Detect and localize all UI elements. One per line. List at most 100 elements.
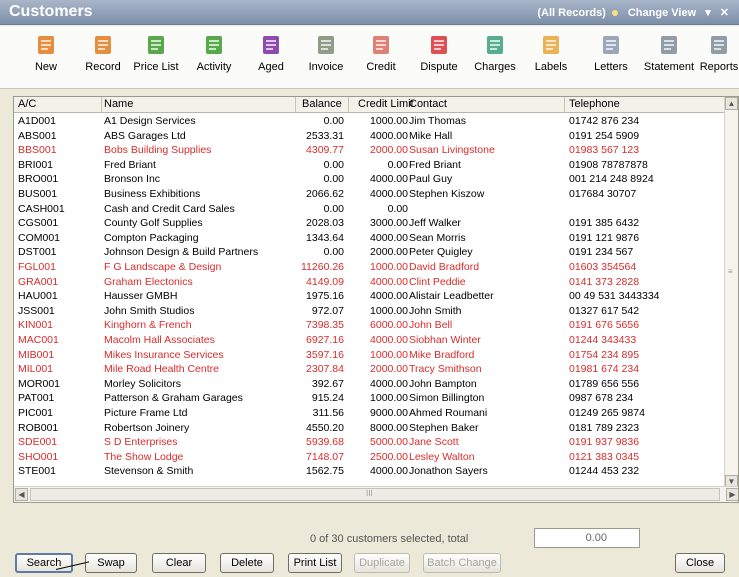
table-row[interactable]: DST001 Johnson Design & Build Partners 0.0… [14,245,724,259]
change-view-menu[interactable]: Change View [628,7,696,19]
cell-telephone: 0181 789 2323 [569,421,640,434]
horizontal-scroll-thumb[interactable]: III [30,488,720,501]
cell-contact: Jonathon Sayers [409,465,488,478]
table-row[interactable]: FGL001 F G Landscape & Design 11260.26 1000… [14,260,724,274]
cell-balance: 4149.09 [306,275,344,288]
table-row[interactable]: HAU001 Hausser GMBH 1975.16 4000.00 Alistair… [14,289,724,303]
clear-button[interactable]: Clear [152,553,206,573]
table-row[interactable]: MOR001 Morley Solicitors 392.67 4000.00 John… [14,377,724,391]
toolbar-button-labels[interactable]: Labels [523,34,579,73]
toolbar-button-record[interactable]: Record [75,34,131,73]
cell-credit-limit: 4000.00 [370,173,408,186]
close-button[interactable]: Close [675,553,725,573]
table-row[interactable]: GRA001 Graham Electonics 4149.09 4000.00 Cli… [14,275,724,289]
new-customer-icon [35,34,57,56]
toolbar-button-label: Price List [133,61,179,73]
table-row[interactable]: PIC001 Picture Frame Ltd 311.56 9000.00 Ahme… [14,406,724,420]
table-row[interactable]: KIN001 Kinghorn & French 7398.35 6000.00 Joh… [14,318,724,332]
toolbar-button-charges[interactable]: Charges [467,34,523,73]
search-button[interactable]: Search [15,553,73,573]
column-divider[interactable] [101,97,102,113]
table-row[interactable]: CGS001 County Golf Supplies 2028.03 3000.00… [14,216,724,230]
cell-account-code: MIL001 [18,363,54,376]
horizontal-scrollbar[interactable]: ◀ III ▶ [14,486,738,502]
toolbar-button-new[interactable]: New [18,34,74,73]
table-row[interactable]: CASH001 Cash and Credit Card Sales 0.00 0.0… [14,202,724,216]
cell-name: Picture Frame Ltd [104,407,188,419]
table-row[interactable]: COM001 Compton Packaging 1343.64 4000.00 Sea… [14,231,724,245]
cell-account-code: BRI001 [18,158,54,171]
toolbar-button-price-list[interactable]: Price List [128,34,184,73]
print-list-button[interactable]: Print List [288,553,342,573]
toolbar-button-label: Record [85,61,121,73]
cell-contact: Siobhan Winter [409,334,481,346]
table-row[interactable]: BUS001 Business Exhibitions 2066.62 4000.00… [14,187,724,201]
duplicate-button[interactable]: Duplicate [354,553,410,573]
labels-icon [540,34,562,56]
column-header-name[interactable]: Name [104,98,133,110]
cell-name: Hausser GMBH [104,290,178,303]
close-icon[interactable]: ✕ [720,7,729,19]
scroll-right-button[interactable]: ▶ [726,488,738,501]
table-row[interactable]: SHO001 The Show Lodge 7148.07 2500.00 Lesley… [14,450,724,464]
table-row[interactable]: PAT001 Patterson & Graham Garages 915.24 10… [14,391,724,405]
column-header-credit-limit[interactable]: Credit Limit [358,98,414,110]
table-row[interactable]: BBS001 Bobs Building Supplies 4309.77 2000.… [14,143,724,157]
record-filter-label[interactable]: (All Records) [537,7,605,19]
toolbar-button-statement[interactable]: Statement [641,34,697,73]
cell-account-code: MAC001 [18,334,59,346]
credit-icon [370,34,392,56]
cell-name: Mile Road Health Centre [104,363,219,376]
cell-name: Johnson Design & Build Partners [104,246,259,259]
toolbar-button-label: Labels [534,61,568,73]
table-row[interactable]: A1D001 A1 Design Services 0.00 1000.00 Jim T… [14,114,724,128]
scroll-grip-icon[interactable]: ≡ [728,267,733,276]
toolbar-button-activity[interactable]: Activity [186,34,242,73]
toolbar-button-reports[interactable]: Reports [691,34,739,73]
table-row[interactable]: ABS001 ABS Garages Ltd 2533.31 4000.00 Mike … [14,129,724,143]
table-row[interactable]: STE001 Stevenson & Smith 1562.75 4000.00 Jon… [14,464,724,478]
table-row[interactable]: BRI001 Fred Briant 0.00 0.00 Fred Briant 0190… [14,158,724,172]
scroll-up-button[interactable]: ▲ [725,97,738,110]
record-icon [92,34,114,56]
table-row[interactable]: JSS001 John Smith Studios 972.07 1000.00 Joh… [14,304,724,318]
column-divider[interactable] [564,97,565,113]
cell-name: Bobs Building Supplies [104,144,212,157]
cell-account-code: PAT001 [18,392,55,405]
cell-name: Kinghorn & French [104,319,192,332]
batch-change-button[interactable]: Batch Change [423,553,501,573]
cell-name: Morley Solicitors [104,377,182,390]
swap-button[interactable]: Swap [85,553,137,573]
statement-icon [658,34,680,56]
cell-credit-limit: 4000.00 [370,377,408,390]
vertical-scrollbar[interactable]: ▲ ≡ ▼ [724,97,738,488]
column-header-ac[interactable]: A/C [18,98,36,110]
toolbar-button-invoice[interactable]: Invoice [298,34,354,73]
table-row[interactable]: SDE001 S D Enterprises 5939.68 5000.00 Jane … [14,435,724,449]
toolbar-button-credit[interactable]: Credit [353,34,409,73]
delete-button[interactable]: Delete [220,553,274,573]
toolbar-button-dispute[interactable]: Dispute [411,34,467,73]
table-row[interactable]: MAC001 Macolm Hall Associates 6927.16 4000.… [14,333,724,347]
column-divider[interactable] [348,97,349,113]
scroll-left-button[interactable]: ◀ [15,488,28,501]
table-row[interactable]: BRO001 Bronson Inc 0.00 4000.00 Paul Guy 001 … [14,172,724,186]
cell-name: Compton Packaging [104,231,199,244]
cell-telephone: 001 214 248 8924 [569,173,654,186]
toolbar-button-letters[interactable]: Letters [583,34,639,73]
cell-account-code: ROB001 [18,421,59,434]
cell-balance: 0.00 [323,115,344,127]
cell-contact: Paul Guy [409,173,453,186]
cell-name: Mikes Insurance Services [104,348,224,361]
column-header-balance[interactable]: Balance [302,98,342,110]
table-row[interactable]: MIL001 Mile Road Health Centre 2307.84 2000… [14,362,724,376]
table-row[interactable]: MIB001 Mikes Insurance Services 3597.16 100… [14,348,724,362]
cell-credit-limit: 2500.00 [370,450,408,463]
table-row[interactable]: ROB001 Robertson Joinery 4550.20 8000.00 Ste… [14,421,724,435]
cell-name: Business Exhibitions [104,188,201,200]
toolbar-button-aged[interactable]: Aged [243,34,299,73]
column-header-contact[interactable]: Contact [409,98,447,110]
column-divider[interactable] [295,97,296,113]
chevron-down-icon[interactable]: ▾ [705,7,711,19]
column-header-telephone[interactable]: Telephone [569,98,620,110]
